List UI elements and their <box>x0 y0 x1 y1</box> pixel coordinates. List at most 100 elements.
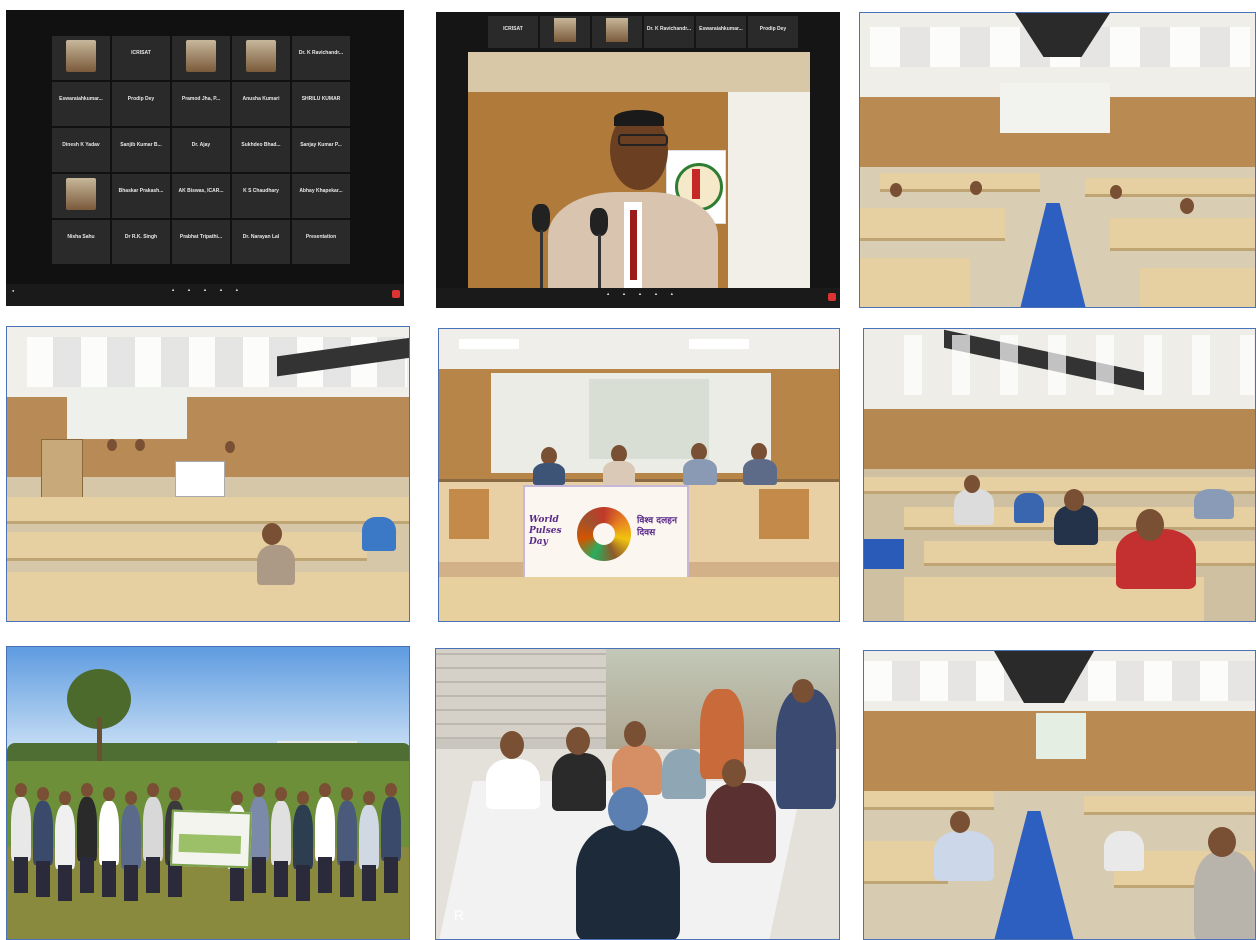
watermark-icon: R <box>454 907 465 923</box>
person-head <box>363 791 375 805</box>
person-head <box>81 783 93 797</box>
participant-video <box>66 178 96 210</box>
participant-tile: Prodip Dey <box>112 82 170 126</box>
auditorium-photo-1 <box>859 12 1256 308</box>
participant-tile: Anusha Kumari <box>232 82 290 126</box>
participant-tile: Dr. K Ravichandr... <box>644 16 694 48</box>
participant-tile: Sanjay Kumar P... <box>292 128 350 172</box>
person <box>293 805 313 869</box>
participant-tile: Dr R.K. Singh <box>112 220 170 264</box>
participant-tile: Dr. Narayan Lal <box>232 220 290 264</box>
person <box>55 805 75 869</box>
participant-name: Pramod Jha, P... <box>181 96 221 102</box>
microphone <box>532 204 550 232</box>
toolbar-icons: ▲▲▲▲▲ <box>171 287 251 292</box>
auditorium-photo-2 <box>6 326 410 622</box>
mic-icon: ● <box>12 288 15 293</box>
person <box>315 797 335 861</box>
zoom-toolbar: ▲▲▲▲▲ <box>436 288 840 308</box>
person <box>77 797 97 861</box>
participant-name: Bhaskar Prakash... <box>118 188 164 194</box>
person-head <box>385 783 397 797</box>
person-head <box>169 787 181 801</box>
participant-name: Prabhat Tripathi... <box>179 234 223 240</box>
world-pulses-day-banner: World Pulses Day विश्व दलहन दिवस <box>523 485 689 585</box>
end-button <box>828 293 836 301</box>
person-head <box>341 787 353 801</box>
participant-tile: Pramod Jha, P... <box>172 82 230 126</box>
person-head <box>125 791 137 805</box>
participant-tile <box>52 174 110 218</box>
participant-tile: ICRISAT <box>112 36 170 80</box>
person-legs <box>14 857 28 893</box>
person-head <box>15 783 27 797</box>
person-head <box>103 787 115 801</box>
participant-tile: ICRISAT <box>488 16 538 48</box>
participant-tile <box>232 36 290 80</box>
participant-name: Dr. K Ravichandr... <box>646 26 692 32</box>
participant-tile: Eswaraiahkumar... <box>52 82 110 126</box>
participant-name: AK Biswas, ICAR... <box>178 188 224 194</box>
participant-tile: Bhaskar Prakash... <box>112 174 170 218</box>
participant-tile: Eswaraiahkumar... <box>696 16 746 48</box>
participant-tile <box>52 36 110 80</box>
participant-tile: Prabhat Tripathi... <box>172 220 230 264</box>
participant-tile: Dr. Ajay <box>172 128 230 172</box>
participant-tile: Presentation <box>292 220 350 264</box>
participant-name: Eswaraiahkumar... <box>59 96 103 102</box>
participant-name: ICRISAT <box>503 26 523 32</box>
participant-name: Nisha Sahu <box>67 234 95 240</box>
participant-video <box>66 40 96 72</box>
speaker-video <box>468 52 810 302</box>
participant-tile <box>172 36 230 80</box>
person <box>337 801 357 865</box>
person <box>33 801 53 865</box>
tree-line <box>7 743 409 763</box>
participant-name: Dr. Narayan Lal <box>242 234 280 240</box>
participant-name: Dinesh K Yadav <box>62 142 100 148</box>
participant-name: Eswaraiahkumar... <box>699 26 743 32</box>
person <box>143 797 163 861</box>
banner <box>175 461 225 497</box>
participant-tile: Abhay Khapekar... <box>292 174 350 218</box>
participant-video <box>186 40 216 72</box>
person-legs <box>318 857 332 893</box>
projection-screen <box>1036 713 1086 759</box>
participant-tile <box>540 16 590 48</box>
end-button <box>392 290 400 298</box>
dais-photo: World Pulses Day विश्व दलहन दिवस <box>438 328 840 622</box>
participant-video <box>554 18 576 42</box>
projection-screen <box>1000 83 1110 133</box>
participant-name: Sukhdeo Bhad... <box>241 142 281 148</box>
person-legs <box>168 861 182 897</box>
participant-tile: Sukhdeo Bhad... <box>232 128 290 172</box>
person-head <box>297 791 309 805</box>
participant-video <box>246 40 276 72</box>
participant-name: ICRISAT <box>131 50 151 56</box>
person <box>121 805 141 869</box>
person-legs <box>252 857 266 893</box>
zoom-toolbar: ● ▲▲▲▲▲ <box>6 284 404 306</box>
participant-tile: Nisha Sahu <box>52 220 110 264</box>
zoom-gallery-photo: ICRISAT Dr. K Ravichandr... Eswaraiahkumar… <box>6 10 404 306</box>
projection-screen <box>67 387 187 439</box>
participant-name: Dr. Ajay <box>191 142 211 148</box>
field-banner <box>170 809 252 869</box>
person-head <box>231 791 243 805</box>
auditorium-photo-4 <box>863 650 1256 940</box>
participant-tile: Dinesh K Yadav <box>52 128 110 172</box>
person-legs <box>274 861 288 897</box>
person-legs <box>58 865 72 901</box>
participant-name: SHRILU KUMAR <box>301 96 341 102</box>
participant-name: K S Chaudhary <box>243 188 279 194</box>
blue-aisle <box>994 811 1074 939</box>
farmer-meeting-photo: R <box>435 648 840 940</box>
podium <box>41 439 83 501</box>
person-legs <box>340 861 354 897</box>
person-legs <box>362 865 376 901</box>
field-group-photo <box>6 646 410 940</box>
person-legs <box>80 857 94 893</box>
person-legs <box>230 865 244 901</box>
person-legs <box>124 865 138 901</box>
person-legs <box>146 857 160 893</box>
